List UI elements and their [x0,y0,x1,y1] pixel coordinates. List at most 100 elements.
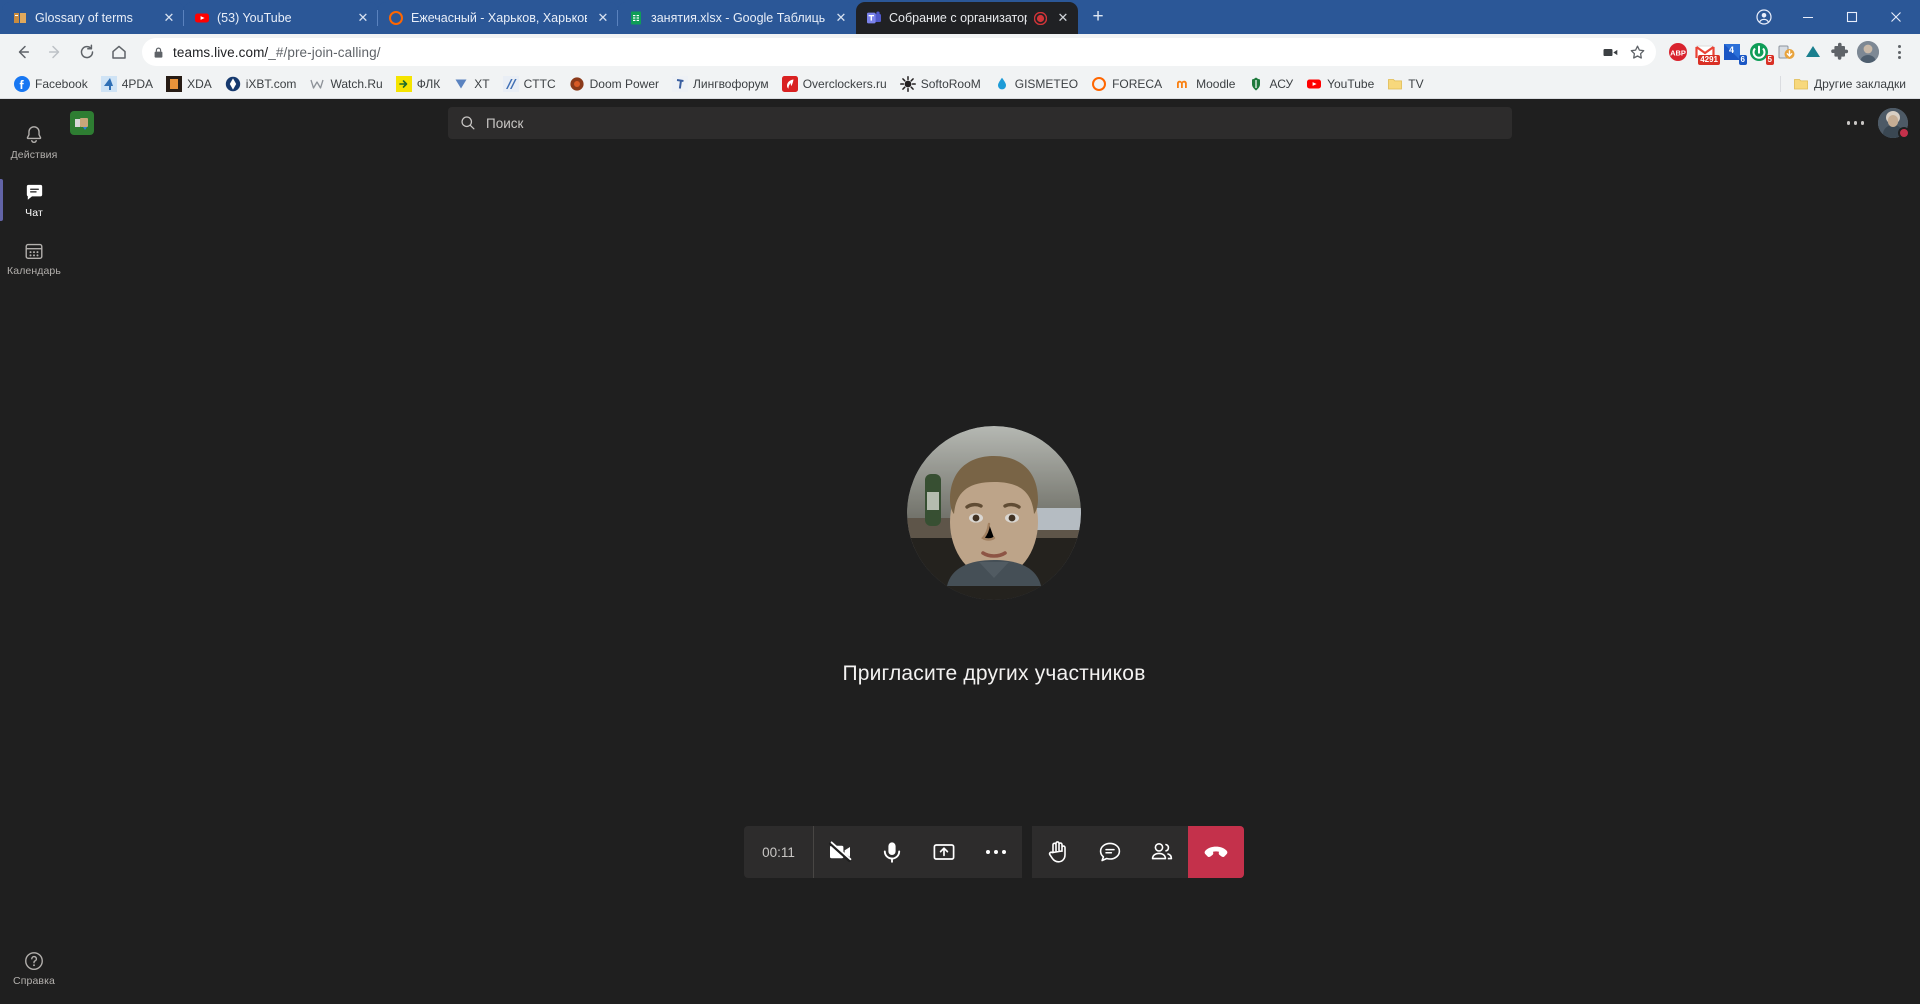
browser-tab[interactable]: Ежечасный - Харьков, Харьков ✕ [378,2,618,34]
home-icon[interactable] [104,37,134,67]
tab-close-button[interactable]: ✕ [160,9,178,27]
bookmark-label: Doom Power [590,77,659,91]
moodle-icon [1175,76,1191,92]
bookmark-item[interactable]: GISMETEO [988,73,1084,95]
more-actions-button[interactable] [970,826,1022,878]
bookmark-item[interactable]: Лингвофорум [666,73,775,95]
participants-button[interactable] [1136,826,1188,878]
bookmark-item[interactable]: 4PDA [95,73,159,95]
profile-avatar[interactable] [1857,41,1879,63]
bookmark-label: Facebook [35,77,88,91]
browser-tab[interactable]: Glossary of terms ✕ [2,2,184,34]
control-group-divider [1022,826,1032,878]
participant-video-avatar [907,426,1081,600]
apps-badge-icon[interactable] [70,111,94,135]
triangle-extension-icon[interactable] [1803,42,1823,62]
sidebar-item-calendar[interactable]: Календарь [0,229,68,287]
bookmark-item[interactable]: ФЛК [390,73,447,95]
account-circle-icon[interactable] [1742,1,1786,33]
sidebar-item-label: Действия [11,149,58,161]
puzzle-extensions-icon[interactable] [1830,42,1850,62]
svg-text:ABP: ABP [1670,48,1686,57]
search-input[interactable]: Поиск [448,107,1512,139]
bookmark-item[interactable]: Overclockers.ru [776,73,893,95]
tab-close-button[interactable]: ✕ [832,9,850,27]
camera-off-button[interactable] [814,826,866,878]
bookmark-item[interactable]: XDA [160,73,218,95]
three-dot-menu-icon[interactable] [1886,39,1912,65]
meeting-stage: Пригласите других участников 00:11 [68,147,1920,1004]
tab-close-button[interactable]: ✕ [594,9,612,27]
maximize-button[interactable] [1830,1,1874,33]
raise-hand-button[interactable] [1032,826,1084,878]
tab-close-button[interactable]: ✕ [354,9,372,27]
sidebar-item-chat[interactable]: Чат [0,171,68,229]
new-tab-button[interactable]: + [1084,4,1112,32]
foreca-icon [388,10,404,26]
meeting-chat-button[interactable] [1084,826,1136,878]
window-close-button[interactable] [1874,1,1918,33]
back-arrow-icon[interactable] [8,37,38,67]
reload-icon[interactable] [72,37,102,67]
other-bookmarks-button[interactable]: Другие закладки [1787,73,1912,95]
folder-icon [1387,76,1403,92]
meeting-interaction-controls [1032,826,1244,878]
bookmark-folder[interactable]: TV [1381,73,1429,95]
gmail-icon[interactable]: 4291 [1695,42,1715,62]
user-avatar[interactable] [1878,108,1908,138]
adblock-plus-icon[interactable]: ABP [1668,42,1688,62]
bell-icon [23,124,45,146]
lingvoforum-icon [672,76,688,92]
bookmark-label: XDA [187,77,212,91]
bookmark-label: CTTC [524,77,556,91]
microphone-button[interactable] [866,826,918,878]
sidebar-item-help[interactable]: Справка [0,946,68,1004]
question-circle-icon [23,950,45,972]
bookmark-item[interactable]: Moodle [1169,73,1241,95]
bookmark-item[interactable]: Watch.Ru [303,73,388,95]
minimize-button[interactable] [1786,1,1830,33]
bookmark-item[interactable]: Doom Power [563,73,665,95]
tab-strip: Glossary of terms ✕ (53) YouTube ✕ Ежеча… [0,0,1920,34]
bookmark-item[interactable]: XT [447,73,495,95]
bookmark-item[interactable]: YouTube [1300,73,1380,95]
browser-tab-active[interactable]: Собрание с организатором ✕ [856,2,1078,34]
bookmark-item[interactable]: АСУ [1242,73,1299,95]
facebook-icon [14,76,30,92]
sidebar-item-label: Справка [13,975,55,987]
more-options-icon[interactable] [1847,121,1865,125]
bookmark-item[interactable]: CTTC [497,73,562,95]
address-bar[interactable]: teams.live.com/_#/pre-join-calling/ [142,38,1656,66]
camera-recording-icon[interactable] [1602,44,1619,61]
rss-reader-icon[interactable]: 5 [1749,42,1769,62]
address-bar-url: teams.live.com/_#/pre-join-calling/ [173,45,381,60]
xda-icon [166,76,182,92]
bookmark-item[interactable]: Facebook [8,73,94,95]
bookmark-label: iXBT.com [246,77,297,91]
forward-arrow-icon[interactable] [40,37,70,67]
calendar-icon[interactable]: 4 6 [1722,42,1742,62]
browser-tab[interactable]: (53) YouTube ✕ [184,2,378,34]
folder-icon [1793,76,1809,92]
chat-bubble-icon [23,182,46,204]
other-bookmarks-label: Другие закладки [1814,77,1906,91]
meeting-media-controls [814,826,1022,878]
browser-tab[interactable]: занятия.xlsx - Google Таблицы ✕ [618,2,856,34]
hangup-button[interactable] [1188,826,1244,878]
presence-status-badge [1898,127,1910,139]
watchru-icon [309,76,325,92]
downloader-icon[interactable] [1776,42,1796,62]
bookmark-item[interactable]: SoftoRooM [894,73,987,95]
star-icon[interactable] [1629,44,1646,61]
bookmark-label: Overclockers.ru [803,77,887,91]
bookmark-label: GISMETEO [1015,77,1078,91]
cttc-icon [503,76,519,92]
recording-indicator-icon [1034,12,1047,25]
sidebar-item-activity[interactable]: Действия [0,113,68,171]
bookmark-item[interactable]: iXBT.com [219,73,303,95]
tab-close-button[interactable]: ✕ [1054,9,1072,27]
browser-window: Glossary of terms ✕ (53) YouTube ✕ Ежеча… [0,0,1920,1004]
teams-topbar-right [1847,108,1909,138]
share-screen-button[interactable] [918,826,970,878]
bookmark-item[interactable]: FORECA [1085,73,1168,95]
